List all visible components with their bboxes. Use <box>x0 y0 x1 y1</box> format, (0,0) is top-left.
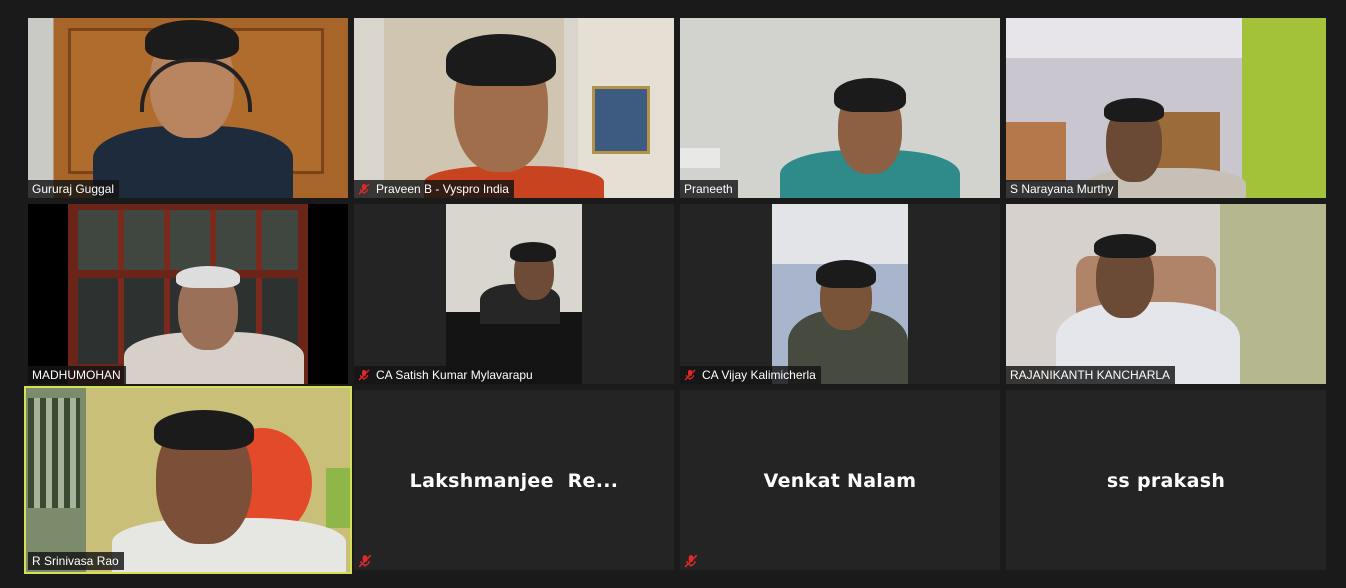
participant-video <box>28 18 348 198</box>
person-figure <box>680 18 1000 198</box>
participant-name: MADHUMOHAN <box>28 366 126 384</box>
participant-tile-madhumohan[interactable]: MADHUMOHAN <box>28 204 348 384</box>
participant-name: CA Satish Kumar Mylavarapu <box>354 366 538 384</box>
person-figure <box>680 204 1000 384</box>
participant-tile-gururaj[interactable]: Gururaj Guggal <box>28 18 348 198</box>
participant-video <box>1006 204 1326 384</box>
person-figure <box>26 388 350 572</box>
person-figure <box>28 204 348 384</box>
participant-video <box>680 204 1000 384</box>
participant-name-center: Lakshmanjee Re... <box>409 470 619 492</box>
person-figure <box>28 18 348 198</box>
participant-tile-ssprakash[interactable]: ss prakash <box>1006 390 1326 570</box>
participant-video <box>680 18 1000 198</box>
participant-name-center: Venkat Nalam <box>763 470 917 492</box>
participant-tile-vijay[interactable]: CA Vijay Kalimicherla <box>680 204 1000 384</box>
person-figure <box>354 18 674 198</box>
microphone-muted-icon <box>358 554 372 568</box>
participant-name: R Srinivasa Rao <box>28 552 124 570</box>
participant-name: CA Vijay Kalimicherla <box>680 366 821 384</box>
participant-tile-praneeth[interactable]: Praneeth <box>680 18 1000 198</box>
participant-video <box>26 388 350 572</box>
participant-tile-praveen[interactable]: Praveen B - Vyspro India <box>354 18 674 198</box>
participant-tile-srinivasa[interactable]: R Srinivasa Rao <box>24 386 352 574</box>
participant-video <box>28 204 348 384</box>
participant-tile-rajanikanth[interactable]: RAJANIKANTH KANCHARLA <box>1006 204 1326 384</box>
participant-tile-lakshmanjee[interactable]: Lakshmanjee Re... <box>354 390 674 570</box>
participant-video <box>354 18 674 198</box>
participant-name: S Narayana Murthy <box>1006 180 1119 198</box>
person-figure <box>1006 18 1326 198</box>
participant-name-center: ss prakash <box>1106 470 1226 492</box>
participant-name: Praneeth <box>680 180 738 198</box>
microphone-muted-icon <box>358 183 370 195</box>
person-figure <box>354 204 674 384</box>
microphone-muted-icon <box>684 369 696 381</box>
microphone-muted-icon <box>358 369 370 381</box>
participant-name: Gururaj Guggal <box>28 180 120 198</box>
participant-tile-venkat[interactable]: Venkat Nalam <box>680 390 1000 570</box>
participant-video <box>1006 18 1326 198</box>
person-figure <box>1006 204 1326 384</box>
participant-name: RAJANIKANTH KANCHARLA <box>1006 366 1176 384</box>
participant-video <box>354 204 674 384</box>
microphone-muted-icon <box>684 554 698 568</box>
participant-tile-satish[interactable]: CA Satish Kumar Mylavarapu <box>354 204 674 384</box>
participant-tile-narayana[interactable]: S Narayana Murthy <box>1006 18 1326 198</box>
participant-name: Praveen B - Vyspro India <box>354 180 514 198</box>
